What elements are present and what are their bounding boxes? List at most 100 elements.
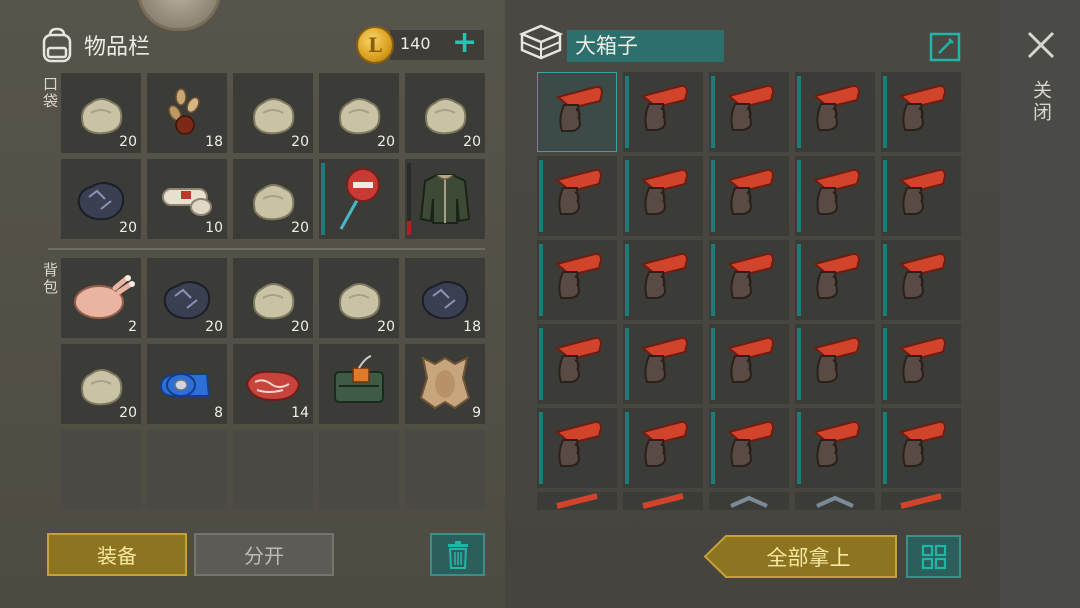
item-count: 9 xyxy=(472,405,481,421)
box-slot[interactable] xyxy=(881,72,961,152)
box-slot[interactable] xyxy=(795,492,875,510)
flare-gun-icon xyxy=(726,420,775,467)
inventory-slot[interactable] xyxy=(319,344,399,424)
flare-gun-icon xyxy=(555,85,604,132)
flare-gun-icon xyxy=(640,252,689,299)
box-slot[interactable] xyxy=(881,408,961,488)
inventory-slot[interactable]: 18 xyxy=(147,73,227,153)
slot-highlight-bar xyxy=(797,328,801,400)
flare-gun-icon xyxy=(898,252,947,299)
empty-slot[interactable] xyxy=(405,430,485,510)
inventory-slot[interactable]: 20 xyxy=(61,73,141,153)
split-button[interactable]: 分开 xyxy=(194,533,334,576)
inventory-slot[interactable] xyxy=(405,159,485,239)
inventory-slot[interactable]: 20 xyxy=(233,258,313,338)
empty-slot[interactable] xyxy=(147,430,227,510)
flare-gun-icon xyxy=(554,336,603,383)
box-slot[interactable] xyxy=(709,72,789,152)
inventory-title: 物品栏 xyxy=(84,35,151,60)
box-slot[interactable] xyxy=(623,156,703,236)
item-count: 20 xyxy=(119,220,137,236)
box-slot[interactable] xyxy=(537,240,617,320)
bomb-icon xyxy=(334,355,384,403)
trash-button[interactable] xyxy=(430,533,485,576)
empty-slot[interactable] xyxy=(319,430,399,510)
inventory-slot[interactable]: 20 xyxy=(319,73,399,153)
box-slot[interactable] xyxy=(709,156,789,236)
box-slot[interactable] xyxy=(881,324,961,404)
empty-slot[interactable] xyxy=(61,430,141,510)
inventory-slot[interactable]: 20 xyxy=(319,258,399,338)
inventory-slot[interactable]: 20 xyxy=(61,344,141,424)
flare-gun-icon xyxy=(556,493,598,509)
inventory-slot[interactable]: 20 xyxy=(61,159,141,239)
flare-gun-icon xyxy=(812,420,861,467)
box-slot[interactable] xyxy=(623,408,703,488)
grid-view-button[interactable] xyxy=(906,535,961,578)
flare-gun-icon xyxy=(898,420,947,467)
flare-gun-icon xyxy=(900,493,942,509)
box-slot[interactable] xyxy=(623,324,703,404)
box-name-field[interactable]: 大箱子 xyxy=(567,30,724,62)
durability-bar xyxy=(321,163,325,235)
box-slot[interactable] xyxy=(623,240,703,320)
grid-icon xyxy=(921,544,946,569)
inventory-slot[interactable]: 2 xyxy=(61,258,141,338)
trash-icon xyxy=(447,540,468,569)
box-slot[interactable] xyxy=(709,324,789,404)
slot-highlight-bar xyxy=(625,328,629,400)
box-slot[interactable] xyxy=(795,72,875,152)
item-count: 14 xyxy=(291,405,309,421)
box-slot[interactable] xyxy=(537,156,617,236)
slot-highlight-bar xyxy=(797,244,801,316)
box-slot[interactable] xyxy=(623,492,703,510)
edit-icon[interactable] xyxy=(929,32,961,62)
item-count: 20 xyxy=(291,220,309,236)
box-icon xyxy=(518,24,564,60)
inventory-slot[interactable]: 8 xyxy=(147,344,227,424)
box-slot[interactable] xyxy=(795,324,875,404)
box-slot[interactable] xyxy=(709,492,789,510)
box-slot[interactable] xyxy=(537,492,617,510)
pocket-label: 口袋 xyxy=(41,76,59,110)
box-slot[interactable] xyxy=(709,408,789,488)
box-slot[interactable] xyxy=(709,240,789,320)
flare-gun-icon xyxy=(898,84,947,131)
slot-highlight-bar xyxy=(883,76,887,148)
inventory-slot[interactable]: 18 xyxy=(405,258,485,338)
inventory-slot[interactable]: 14 xyxy=(233,344,313,424)
box-slot[interactable] xyxy=(795,156,875,236)
empty-slot[interactable] xyxy=(233,430,313,510)
box-slot[interactable] xyxy=(795,240,875,320)
inventory-slot[interactable]: 20 xyxy=(147,258,227,338)
inventory-slot[interactable]: 10 xyxy=(147,159,227,239)
box-slot[interactable] xyxy=(537,324,617,404)
slot-highlight-bar xyxy=(539,328,543,400)
add-coins-button[interactable]: + xyxy=(452,28,477,58)
box-slot[interactable] xyxy=(537,72,617,152)
item-count: 10 xyxy=(205,220,223,236)
inventory-slot[interactable]: 9 xyxy=(405,344,485,424)
close-icon[interactable] xyxy=(1026,30,1056,60)
equip-button[interactable]: 装备 xyxy=(47,533,187,576)
slot-highlight-bar xyxy=(711,328,715,400)
inventory-slot[interactable]: 20 xyxy=(233,159,313,239)
inventory-slot[interactable]: 20 xyxy=(405,73,485,153)
item-count: 18 xyxy=(205,134,223,150)
box-slot[interactable] xyxy=(537,408,617,488)
close-label[interactable]: 关闭 xyxy=(1028,80,1055,124)
box-slot[interactable] xyxy=(623,72,703,152)
item-count: 20 xyxy=(291,134,309,150)
inventory-slot[interactable] xyxy=(319,159,399,239)
flare-gun-icon xyxy=(554,420,603,467)
take-all-button[interactable]: 全部拿上 xyxy=(704,535,897,578)
box-slot[interactable] xyxy=(795,408,875,488)
backpack-icon xyxy=(42,27,72,63)
inventory-slot[interactable]: 20 xyxy=(233,73,313,153)
box-slot[interactable] xyxy=(881,492,961,510)
box-slot[interactable] xyxy=(881,156,961,236)
box-slot[interactable] xyxy=(881,240,961,320)
slot-highlight-bar xyxy=(625,160,629,232)
flare-gun-icon xyxy=(898,168,947,215)
backpack-label: 背包 xyxy=(41,262,59,296)
